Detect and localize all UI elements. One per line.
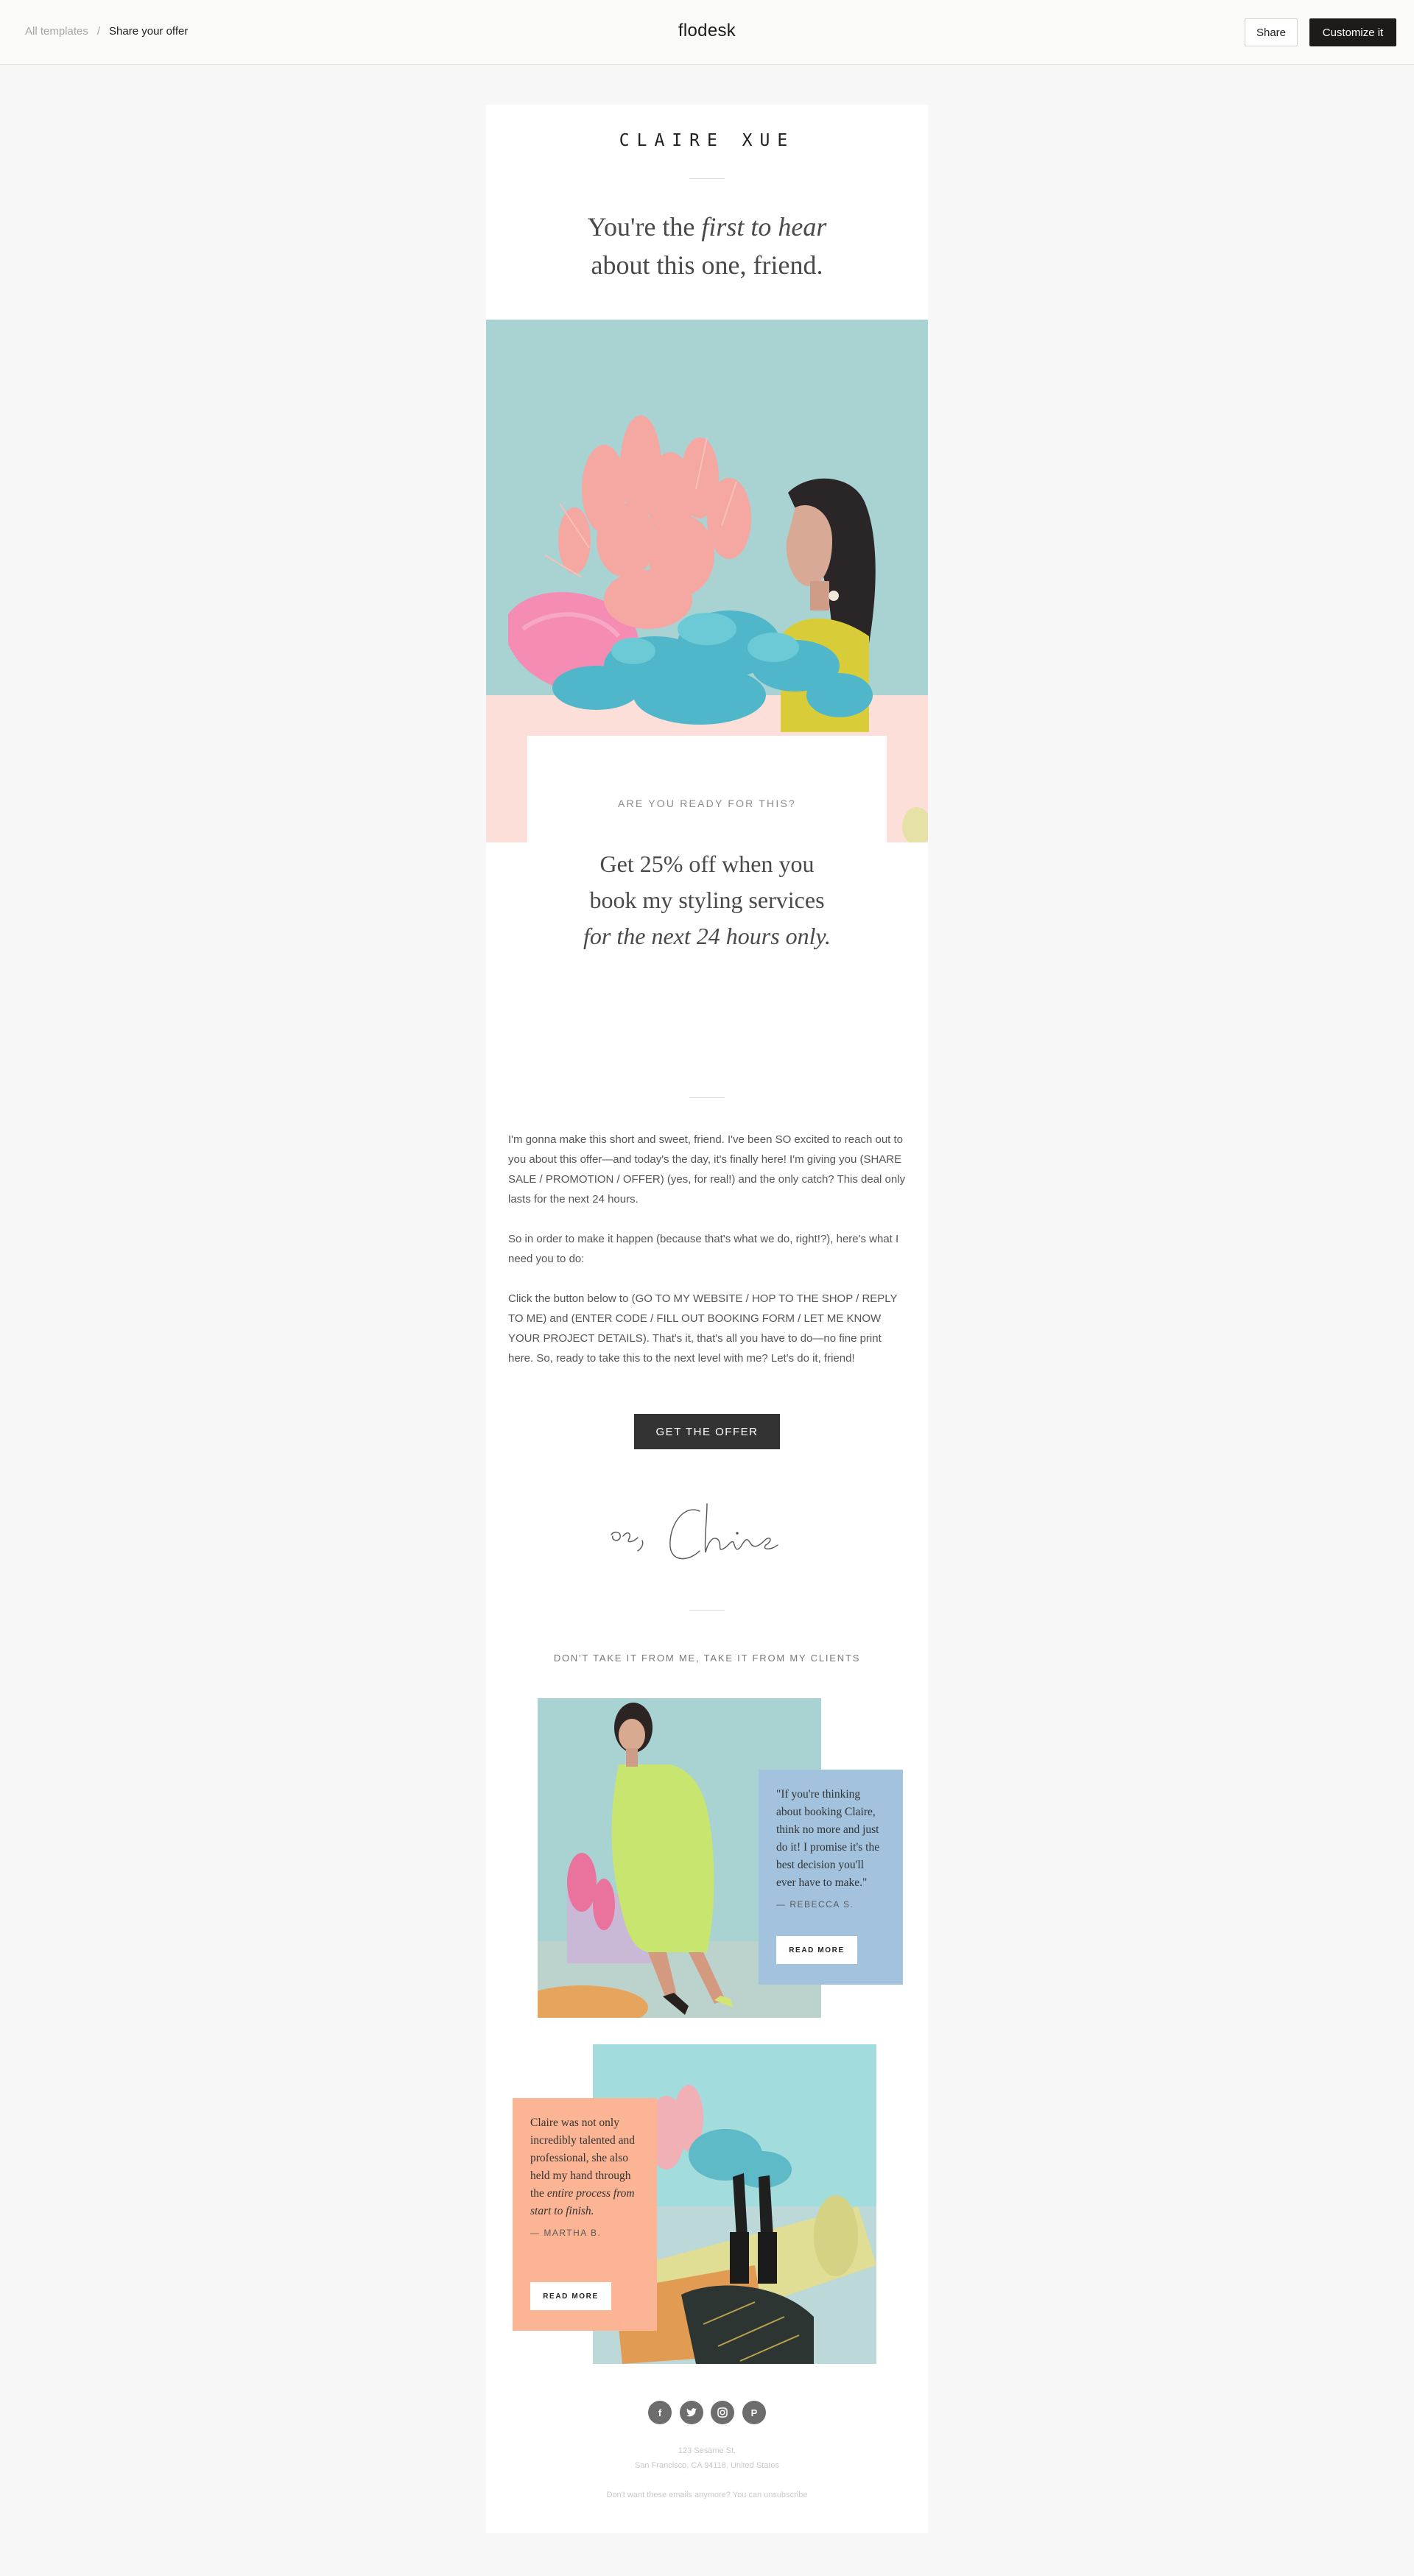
offer-line-3: for the next 24 hours only. — [583, 923, 831, 949]
headline-pre: You're the — [587, 212, 702, 242]
headline-emphasis: first to hear — [701, 212, 827, 242]
get-offer-button[interactable]: GET THE OFFER — [634, 1414, 780, 1449]
testimonial-quote-2: Claire was not only incredibly talented … — [530, 2114, 639, 2220]
offer-card: ARE YOU READY FOR THIS? Get 25% off when… — [527, 736, 887, 1008]
twitter-icon[interactable] — [679, 2401, 703, 2424]
offer-line-2: book my styling services — [589, 887, 825, 913]
share-button[interactable]: Share — [1245, 18, 1298, 46]
signature-image — [611, 1503, 778, 1560]
testimonial-card-2: Claire was not only incredibly talented … — [513, 2098, 657, 2331]
offer-text: Get 25% off when you book my styling ser… — [527, 846, 887, 954]
footer-unsubscribe-link[interactable]: Don't want these emails anymore? You can… — [486, 2488, 928, 2502]
footer-address-line-2: San Francisco, CA 94118, United States — [634, 2461, 780, 2470]
read-more-button-2[interactable]: READ MORE — [530, 2282, 611, 2310]
testimonial-author-1: — REBECCA S. — [776, 1899, 854, 1910]
read-more-button-1[interactable]: READ MORE — [776, 1936, 857, 1964]
testimonial-quote-1: "If you're thinking about booking Claire… — [776, 1788, 880, 1889]
body-paragraph-2: So in order to make it happen (because t… — [508, 1233, 899, 1265]
social-links: f P — [648, 2401, 766, 2427]
customize-button[interactable]: Customize it — [1309, 18, 1396, 46]
headline-post: about this one, friend. — [591, 250, 823, 280]
divider — [689, 1610, 725, 1611]
divider — [689, 1097, 725, 1098]
body-paragraph-1: I'm gonna make this short and sweet, fri… — [508, 1133, 906, 1206]
testimonials-heading: DON'T TAKE IT FROM ME, TAKE IT FROM MY C… — [553, 1653, 861, 1664]
body-paragraph-3: Click the button below to (GO TO MY WEBS… — [508, 1292, 898, 1365]
offer-line-1: Get 25% off when you — [599, 851, 815, 877]
sender-name: CLAIRE XUE — [619, 131, 795, 150]
offer-eyebrow: ARE YOU READY FOR THIS? — [618, 798, 796, 809]
footer-address-line-1: 123 Sesame St. — [678, 2446, 736, 2455]
brand-logo[interactable]: flodesk — [0, 21, 1414, 41]
top-bar: All templates / Share your offer flodesk S… — [0, 0, 1414, 65]
facebook-icon[interactable]: f — [648, 2401, 672, 2424]
email-preview: CLAIRE XUE You're the first to hear abou… — [486, 105, 928, 2533]
instagram-icon[interactable] — [711, 2401, 735, 2424]
divider — [689, 178, 725, 179]
testimonial-author-2: — MARTHA B. — [530, 2228, 602, 2238]
pinterest-icon[interactable]: P — [742, 2401, 766, 2424]
email-headline: You're the first to hear about this one,… — [486, 208, 928, 284]
testimonial-card-1: "If you're thinking about booking Claire… — [759, 1770, 903, 1985]
